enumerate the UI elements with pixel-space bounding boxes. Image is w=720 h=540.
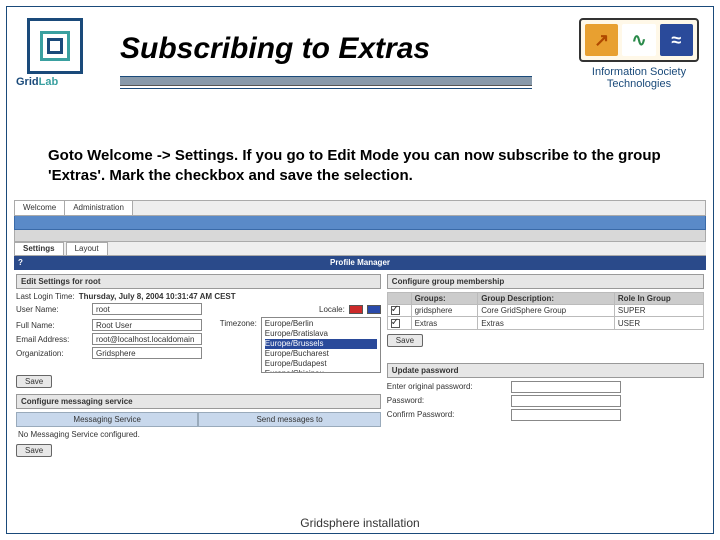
slide-title: Subscribing to Extras	[120, 32, 430, 66]
msg-col-send: Send messages to	[198, 412, 380, 427]
blue-bar	[14, 216, 706, 230]
table-row: Extras Extras USER	[387, 317, 703, 329]
flag-icon[interactable]	[349, 305, 363, 314]
instruction-text: Goto Welcome -> Settings. If you go to E…	[48, 146, 672, 187]
last-login-label: Last Login Time:	[16, 292, 75, 301]
password-field[interactable]	[511, 395, 621, 407]
edit-settings-heading: Edit Settings for root	[16, 274, 381, 289]
help-icon[interactable]: ?	[18, 256, 23, 270]
no-messaging-text: No Messaging Service configured.	[16, 427, 381, 442]
locale-label: Locale:	[319, 305, 345, 314]
username-label: User Name:	[16, 305, 88, 314]
tab-welcome[interactable]: Welcome	[15, 201, 65, 215]
gray-bar	[14, 230, 706, 242]
gridlab-logo: GridLab	[16, 18, 94, 88]
timezone-listbox[interactable]: Europe/Berlin Europe/Bratislava Europe/B…	[261, 317, 381, 373]
save-button[interactable]: Save	[16, 444, 52, 457]
orig-password-label: Enter original password:	[387, 382, 507, 391]
confirm-password-label: Confirm Password:	[387, 410, 507, 419]
inner-tabs: Settings Layout	[14, 242, 706, 256]
groups-table: Groups: Group Description: Role In Group…	[387, 292, 704, 330]
title-rule	[120, 88, 532, 89]
tab-administration[interactable]: Administration	[65, 201, 133, 215]
email-field[interactable]: root@localhost.localdomain	[92, 333, 202, 345]
tab-layout[interactable]: Layout	[66, 242, 108, 255]
slide-footer: Gridsphere installation	[0, 516, 720, 530]
flag-icon[interactable]	[367, 305, 381, 314]
orig-password-field[interactable]	[511, 381, 621, 393]
org-field[interactable]: Gridsphere	[92, 347, 202, 359]
confirm-password-field[interactable]	[511, 409, 621, 421]
update-password-heading: Update password	[387, 363, 704, 378]
checkbox-extras[interactable]	[391, 319, 400, 328]
profile-manager-bar: ? Profile Manager	[14, 256, 706, 270]
msg-col-service: Messaging Service	[16, 412, 198, 427]
messaging-heading: Configure messaging service	[16, 394, 381, 409]
last-login-value: Thursday, July 8, 2004 10:31:47 AM CEST	[79, 292, 236, 301]
table-row: gridsphere Core GridSphere Group SUPER	[387, 305, 703, 317]
password-label: Password:	[387, 396, 507, 405]
org-label: Organization:	[16, 349, 88, 358]
save-button[interactable]: Save	[387, 334, 423, 347]
tab-settings[interactable]: Settings	[14, 242, 64, 255]
email-label: Email Address:	[16, 335, 88, 344]
save-button[interactable]: Save	[16, 375, 52, 388]
fullname-field[interactable]: Root User	[92, 319, 202, 331]
username-field[interactable]: root	[92, 303, 202, 315]
group-membership-heading: Configure group membership	[387, 274, 704, 289]
title-underline	[120, 76, 532, 86]
outer-tabs: Welcome Administration	[14, 200, 706, 216]
timezone-label: Timezone:	[220, 319, 257, 328]
ist-logo: ↗ ∿ ≈ Information Society Technologies	[574, 18, 704, 90]
checkbox-gridsphere[interactable]	[391, 306, 400, 315]
embedded-screenshot: Welcome Administration Settings Layout ?…	[14, 200, 706, 496]
fullname-label: Full Name:	[16, 321, 88, 330]
